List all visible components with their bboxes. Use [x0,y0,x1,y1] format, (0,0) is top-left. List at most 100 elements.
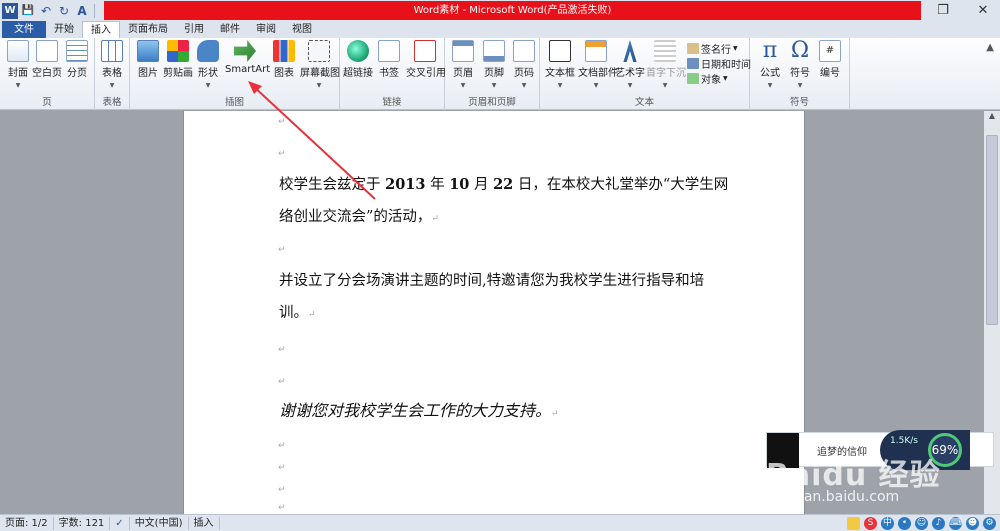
number-button[interactable]: # 编号 [814,40,846,79]
baidu-watermark: Baidu 经验 [766,458,941,493]
quick-parts-button[interactable]: 文档部件 ▼ [578,40,618,89]
chevron-down-icon: ▼ [723,75,728,82]
ribbon-tabs: 文件 开始 插入 页面布局 引用 邮件 审阅 视图 [0,21,1000,38]
wordart-button[interactable]: 艺术字 ▼ [614,40,646,89]
undo-icon[interactable]: ↶ [38,3,54,19]
chevron-down-icon: ▼ [460,82,466,89]
paragraph-2[interactable]: 并设立了分会场演讲主题的时间,特邀请您为我校学生进行指导和培 训。↵ [279,265,729,331]
chevron-down-icon: ▼ [521,82,527,89]
tab-insert[interactable]: 插入 [82,21,120,38]
chevron-down-icon: ▼ [593,82,599,89]
emoji-icon[interactable]: ☺ [915,517,928,530]
quick-access-toolbar: W 💾 ↶ ↻ A ▾ [0,0,115,21]
page-number-icon [513,40,535,62]
clip-art-icon [167,40,189,62]
group-tables: 表格 ▼ 表格 [95,38,130,110]
language-indicator[interactable]: 中文(中国) [130,516,189,530]
group-label-tables: 表格 [102,97,122,108]
keyboard-icon[interactable]: ⌨ [949,517,962,530]
chevron-down-icon: ▼ [662,82,668,89]
text-box-button[interactable]: 文本框 ▼ [542,40,578,89]
user-icon[interactable]: ☻ [966,517,979,530]
settings-icon[interactable]: ⚙ [983,517,996,530]
shapes-icon [197,40,219,62]
smartart-button[interactable]: SmartArt [225,40,270,75]
drop-cap-button[interactable]: 首字下沉 ▼ [646,40,686,89]
shapes-button[interactable]: 形状 ▼ [192,40,224,89]
scroll-up-arrow-icon[interactable]: ▲ [984,111,1000,123]
footer-button[interactable]: 页脚 ▼ [478,40,510,89]
table-icon [101,40,123,62]
paragraph-mark: ↵ [278,245,286,255]
network-speed: 1.5K/s [890,436,918,446]
date-time-button[interactable]: 日期和时间 [687,56,751,71]
blank-page-button[interactable]: 空白页 [31,40,63,79]
tab-file[interactable]: 文件 [2,21,46,38]
header-icon [452,40,474,62]
smartart-icon [234,40,256,62]
tab-home[interactable]: 开始 [46,21,82,38]
group-label-pages: 页 [42,97,52,108]
omega-icon: Ω [790,38,810,63]
chevron-down-icon: ▼ [557,82,563,89]
page-count[interactable]: 页面: 1/2 [0,516,54,530]
calendar-icon [687,58,699,69]
cover-page-icon [7,40,29,62]
screenshot-icon [308,40,330,62]
quick-parts-icon [585,40,607,62]
picture-button[interactable]: 图片 [132,40,164,79]
table-button[interactable]: 表格 ▼ [96,40,128,89]
tab-view[interactable]: 视图 [284,21,320,38]
equation-button[interactable]: π 公式 ▼ [754,40,786,90]
cover-page-button[interactable]: 封面 ▼ [2,40,34,89]
ribbon-minimize-icon[interactable]: ▲ [986,42,994,53]
tab-page-layout[interactable]: 页面布局 [120,21,176,38]
close-button[interactable]: ✕ [968,0,998,21]
bookmark-button[interactable]: 书签 [373,40,405,79]
symbol-button[interactable]: Ω 符号 ▼ [784,38,816,90]
restore-button[interactable]: ❐ [928,0,958,21]
blank-page-icon [36,40,58,62]
page-number-button[interactable]: 页码 ▼ [508,40,540,89]
header-button[interactable]: 页眉 ▼ [447,40,479,89]
group-text: 文本框 ▼ 文档部件 ▼ 艺术字 ▼ 首字下沉 ▼ 签名行 ▼ 日期和时间 对象… [540,38,751,110]
paragraph-mark: ↵ [278,377,286,387]
number-icon: # [819,40,841,62]
punctuation-icon[interactable]: • [898,517,911,530]
paragraph-3[interactable]: 谢谢您对我校学生会工作的大力支持。↵ [279,395,729,430]
word-logo-icon[interactable]: W [2,2,18,19]
tab-review[interactable]: 审阅 [248,21,284,38]
picture-icon [137,40,159,62]
tab-references[interactable]: 引用 [176,21,212,38]
word-count[interactable]: 字数: 121 [54,516,111,530]
insert-mode[interactable]: 插入 [189,516,220,530]
annotation-arrow [248,81,376,200]
mic-icon[interactable]: ♪ [932,517,945,530]
chevron-down-icon: ▼ [733,45,738,52]
scroll-thumb[interactable] [986,135,998,325]
cross-reference-button[interactable]: 交叉引用 [406,40,446,79]
drop-cap-icon [654,40,676,62]
signature-icon [687,43,699,54]
chart-button[interactable]: 图表 [268,40,300,79]
signature-line-button[interactable]: 签名行 ▼ [687,41,738,56]
proofing-icon[interactable]: ✓ [110,516,130,530]
object-button[interactable]: 对象 ▼ [687,71,728,86]
clip-art-button[interactable]: 剪贴画 [162,40,194,79]
group-label-symbols: 符号 [789,97,809,108]
tab-mailings[interactable]: 邮件 [212,21,248,38]
view-mode-icon[interactable] [847,517,860,530]
ime-chinese-icon[interactable]: 中 [881,517,894,530]
spellcheck-icon[interactable]: A [74,3,90,19]
ime-sogou-icon[interactable]: S [864,517,877,530]
page-break-button[interactable]: 分页 [61,40,93,79]
chart-icon [273,40,295,62]
paragraph-mark: ↵ [278,441,286,451]
paragraph-mark: ↵ [278,463,286,473]
hyperlink-button[interactable]: 超链接 [342,40,374,79]
save-icon[interactable]: 💾 [20,3,36,19]
group-pages: 封面 ▼ 空白页 分页 页 [0,38,95,110]
group-symbols: π 公式 ▼ Ω 符号 ▼ # 编号 符号 [750,38,850,110]
redo-icon[interactable]: ↻ [56,3,72,19]
chevron-down-icon: ▼ [627,82,633,89]
